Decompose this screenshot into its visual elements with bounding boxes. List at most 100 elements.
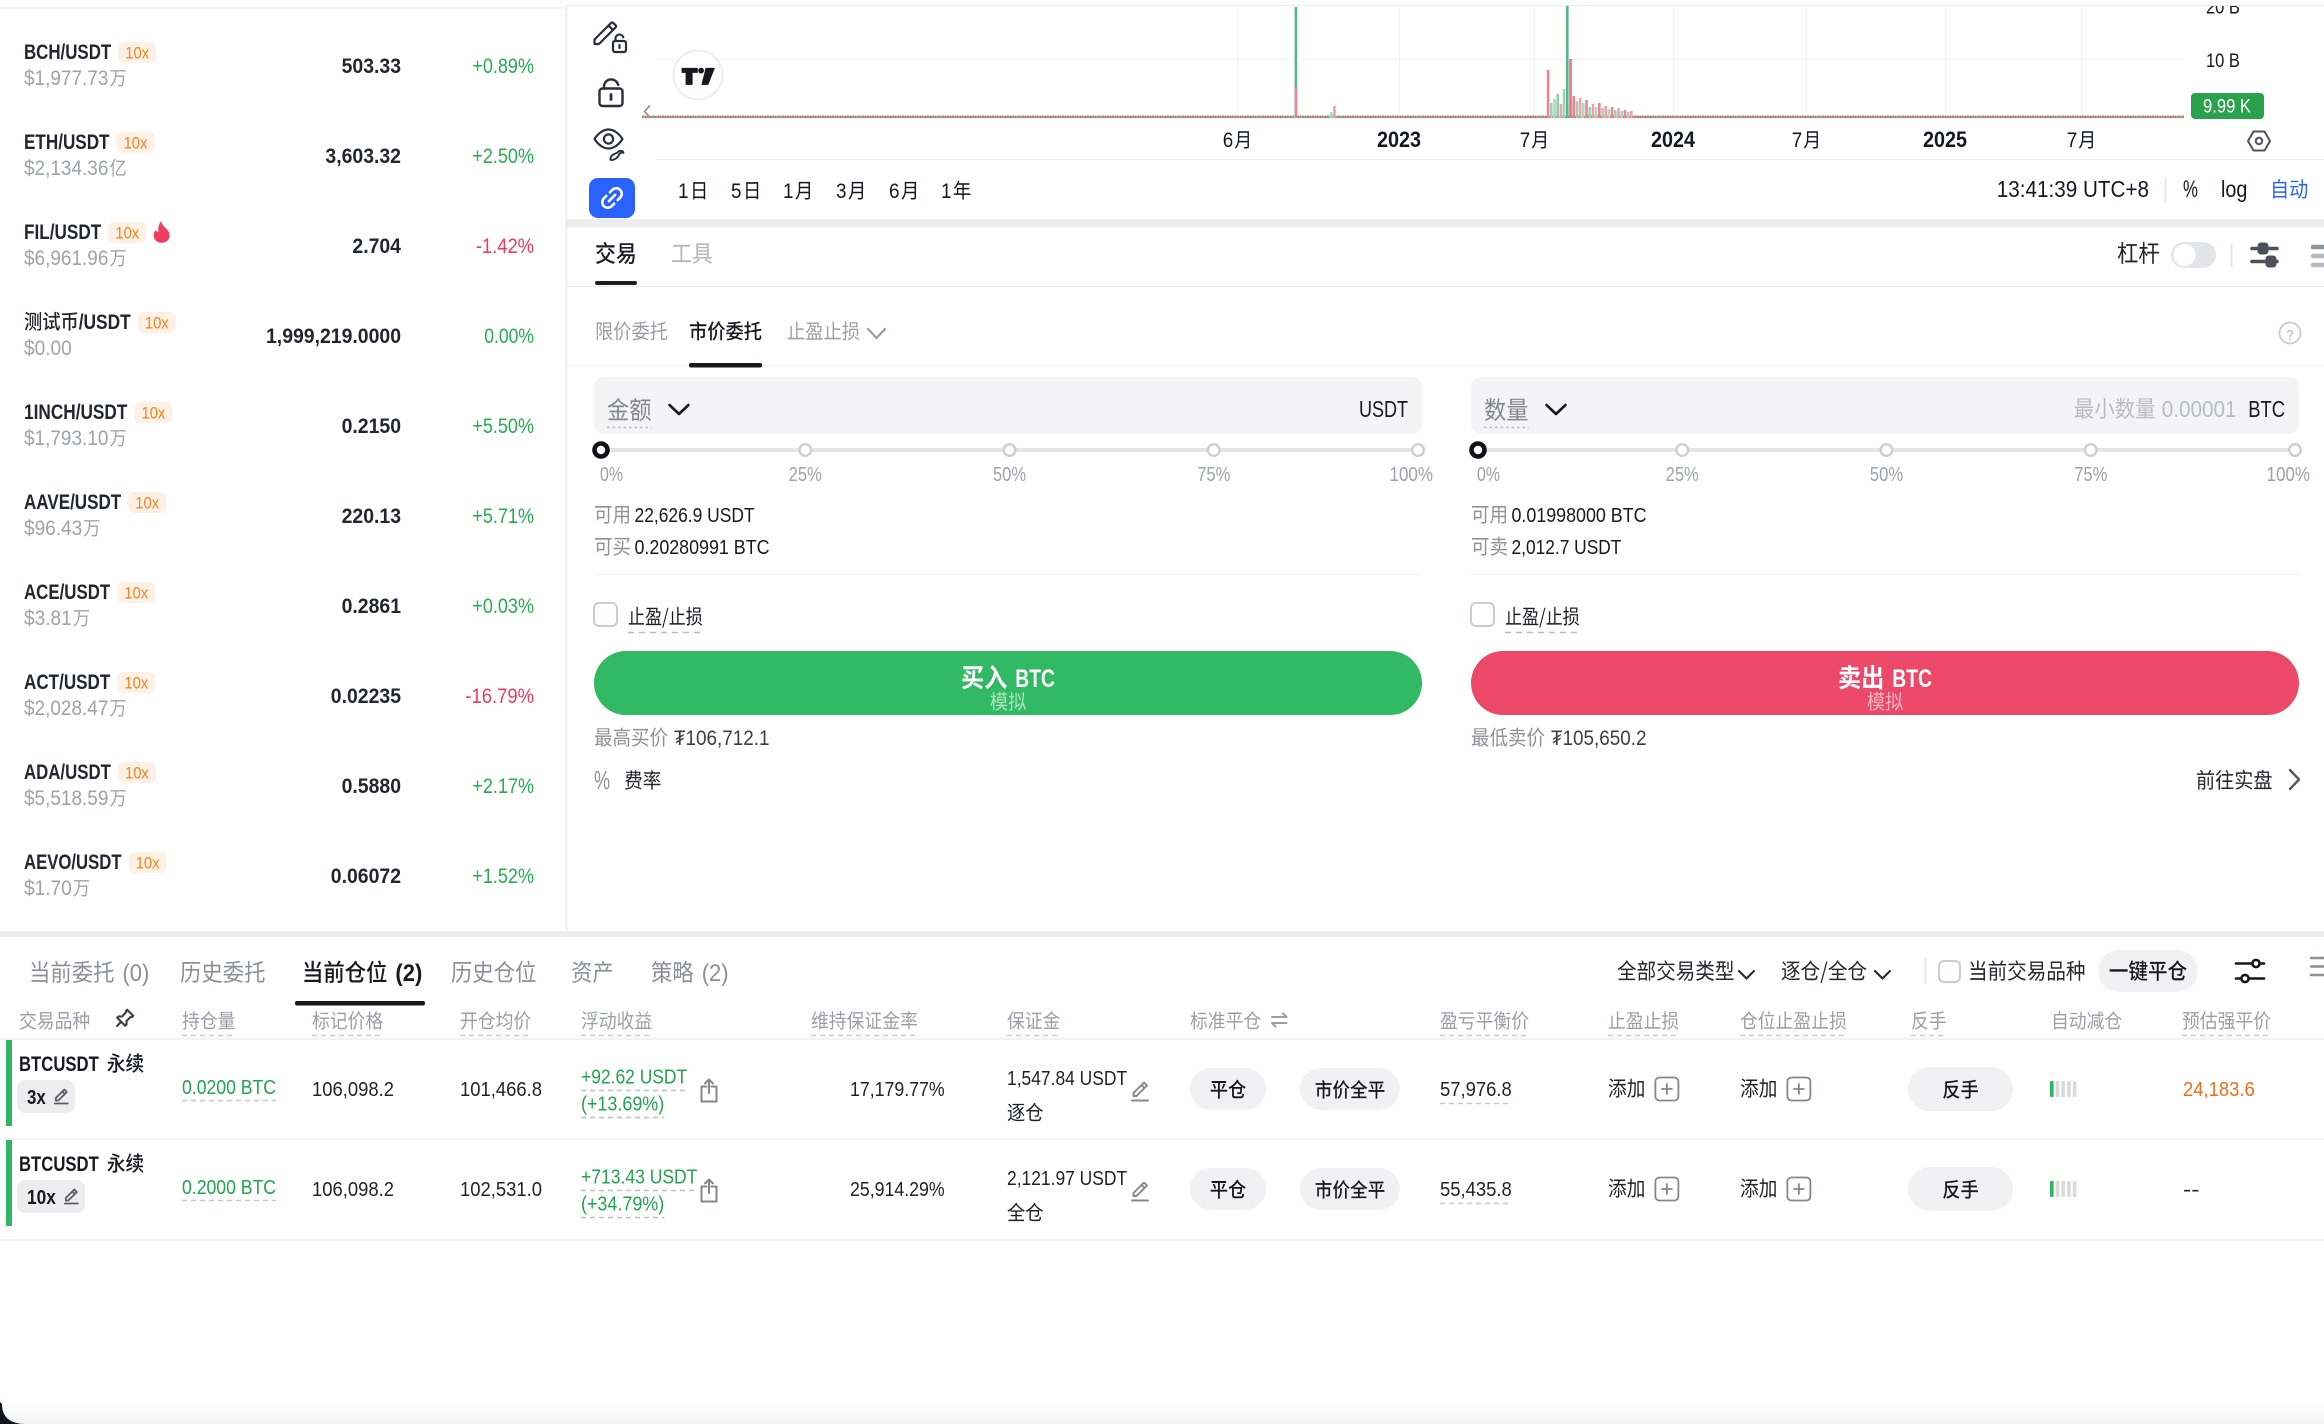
svg-text:13:41:39 UTC+8: 13:41:39 UTC+8 <box>1997 176 2149 202</box>
svg-text:3: 3 <box>836 180 847 203</box>
svg-text:BCH/USDT: BCH/USDT <box>24 39 111 64</box>
svg-text:17,179.77%: 17,179.77% <box>850 1078 945 1101</box>
svg-text:$1,977.73: $1,977.73 <box>24 67 108 90</box>
svg-text:FIL/USDT: FIL/USDT <box>24 219 101 244</box>
svg-text:+2.50%: +2.50% <box>472 145 534 168</box>
svg-text:0.2150: 0.2150 <box>342 413 401 438</box>
svg-text:220.13: 220.13 <box>342 503 401 528</box>
svg-text:2,012.7 USDT: 2,012.7 USDT <box>1512 536 1622 559</box>
svg-text:24,183.6: 24,183.6 <box>2183 1078 2255 1101</box>
svg-text:6: 6 <box>1223 129 1234 152</box>
svg-text:$1.70: $1.70 <box>24 877 72 900</box>
svg-text:101,466.8: 101,466.8 <box>460 1078 542 1101</box>
svg-text:10 B: 10 B <box>2206 51 2240 72</box>
svg-text:10x: 10x <box>136 855 160 873</box>
svg-text:ETH/USDT: ETH/USDT <box>24 129 110 154</box>
svg-text:0.02235: 0.02235 <box>331 683 401 708</box>
svg-text:(+34.79%): (+34.79%) <box>581 1193 664 1216</box>
svg-text:AAVE/USDT: AAVE/USDT <box>24 489 121 514</box>
svg-text:0%: 0% <box>600 463 623 486</box>
svg-text:%: % <box>594 765 610 795</box>
svg-text:0.00%: 0.00% <box>484 325 534 348</box>
svg-text:7: 7 <box>1520 129 1531 152</box>
svg-text:$5,518.59: $5,518.59 <box>24 787 108 810</box>
svg-text:10x: 10x <box>145 315 169 333</box>
svg-text:$2,134.36: $2,134.36 <box>24 157 108 180</box>
svg-text:106,098.2: 106,098.2 <box>312 1178 394 1201</box>
svg-text:10x: 10x <box>27 1187 56 1209</box>
svg-text:1: 1 <box>678 180 689 203</box>
svg-text:AEVO/USDT: AEVO/USDT <box>24 849 122 874</box>
svg-text:3x: 3x <box>27 1087 46 1109</box>
svg-text:%: % <box>2183 176 2198 203</box>
svg-text:$1,793.10: $1,793.10 <box>24 427 108 450</box>
svg-text:1,999,219.0000: 1,999,219.0000 <box>266 323 401 348</box>
svg-text:2024: 2024 <box>1651 127 1696 152</box>
svg-text:25%: 25% <box>789 463 822 486</box>
svg-text:1,547.84 USDT: 1,547.84 USDT <box>1007 1067 1127 1090</box>
svg-text:10x: 10x <box>124 585 148 603</box>
svg-text:ADA/USDT: ADA/USDT <box>24 759 111 784</box>
svg-text:(0): (0) <box>122 960 149 987</box>
svg-text:10x: 10x <box>142 405 166 423</box>
svg-text:(2): (2) <box>395 960 422 987</box>
svg-text:0%: 0% <box>1477 463 1500 486</box>
svg-text:BTC: BTC <box>1015 665 1055 693</box>
svg-text:503.33: 503.33 <box>342 53 401 78</box>
svg-text:+92.62 USDT: +92.62 USDT <box>581 1066 688 1089</box>
svg-text:100%: 100% <box>2267 463 2311 486</box>
svg-text:0.2000 BTC: 0.2000 BTC <box>182 1176 276 1199</box>
svg-text:5: 5 <box>731 180 742 203</box>
svg-text:102,531.0: 102,531.0 <box>460 1178 542 1201</box>
svg-text:22,626.9 USDT: 22,626.9 USDT <box>635 504 755 527</box>
svg-text:25%: 25% <box>1666 463 1699 486</box>
svg-text:10x: 10x <box>124 135 148 153</box>
svg-text:0.00001: 0.00001 <box>2162 396 2237 422</box>
svg-text:log: log <box>2221 176 2247 202</box>
svg-text:BTC: BTC <box>2248 396 2285 422</box>
svg-text:$3.81: $3.81 <box>24 607 72 630</box>
svg-text:1: 1 <box>941 180 952 203</box>
svg-text:--: -- <box>2183 1178 2199 1201</box>
svg-text:₮106,712.1: ₮106,712.1 <box>674 727 770 750</box>
svg-text:₮105,650.2: ₮105,650.2 <box>1551 727 1647 750</box>
svg-text:ACT/USDT: ACT/USDT <box>24 669 110 694</box>
svg-text:0.06072: 0.06072 <box>331 863 401 888</box>
svg-text:6: 6 <box>889 180 900 203</box>
svg-text:0.01998000 BTC: 0.01998000 BTC <box>1512 504 1647 527</box>
svg-text:/USDT: /USDT <box>79 309 131 334</box>
svg-text:1: 1 <box>783 180 794 203</box>
svg-text:0.20280991 BTC: 0.20280991 BTC <box>635 536 770 559</box>
svg-text:25,914.29%: 25,914.29% <box>850 1178 945 1201</box>
svg-text:10x: 10x <box>125 765 149 783</box>
svg-text:2.704: 2.704 <box>352 233 401 258</box>
svg-text:10x: 10x <box>124 675 148 693</box>
svg-text:7: 7 <box>1792 129 1803 152</box>
svg-text:100%: 100% <box>1390 463 1434 486</box>
svg-text:$0.00: $0.00 <box>24 337 72 360</box>
svg-text:57,976.8: 57,976.8 <box>1440 1078 1512 1101</box>
svg-text:2,121.97 USDT: 2,121.97 USDT <box>1007 1167 1127 1190</box>
svg-text:+5.50%: +5.50% <box>472 415 534 438</box>
svg-text:-16.79%: -16.79% <box>465 685 534 708</box>
svg-text:BTCUSDT: BTCUSDT <box>19 1151 99 1176</box>
svg-text:$2,028.47: $2,028.47 <box>24 697 108 720</box>
svg-text:0.2861: 0.2861 <box>342 593 401 618</box>
svg-text:+0.03%: +0.03% <box>472 595 534 618</box>
svg-text:+1.52%: +1.52% <box>472 865 534 888</box>
svg-text:75%: 75% <box>1197 463 1230 486</box>
svg-text:(+13.69%): (+13.69%) <box>581 1093 664 1116</box>
svg-text:USDT: USDT <box>1359 396 1408 422</box>
svg-text:1INCH/USDT: 1INCH/USDT <box>24 399 127 424</box>
svg-text:BTCUSDT: BTCUSDT <box>19 1051 99 1076</box>
svg-text:10x: 10x <box>125 45 149 63</box>
svg-text:ACE/USDT: ACE/USDT <box>24 579 110 604</box>
svg-text:2025: 2025 <box>1923 127 1967 152</box>
svg-text:3,603.32: 3,603.32 <box>325 143 401 168</box>
svg-text:7: 7 <box>2067 129 2078 152</box>
svg-text:55,435.8: 55,435.8 <box>1440 1178 1512 1201</box>
svg-text:0.5880: 0.5880 <box>342 773 401 798</box>
svg-text:+2.17%: +2.17% <box>472 775 534 798</box>
svg-text:2023: 2023 <box>1377 127 1421 152</box>
svg-text:50%: 50% <box>1870 463 1903 486</box>
